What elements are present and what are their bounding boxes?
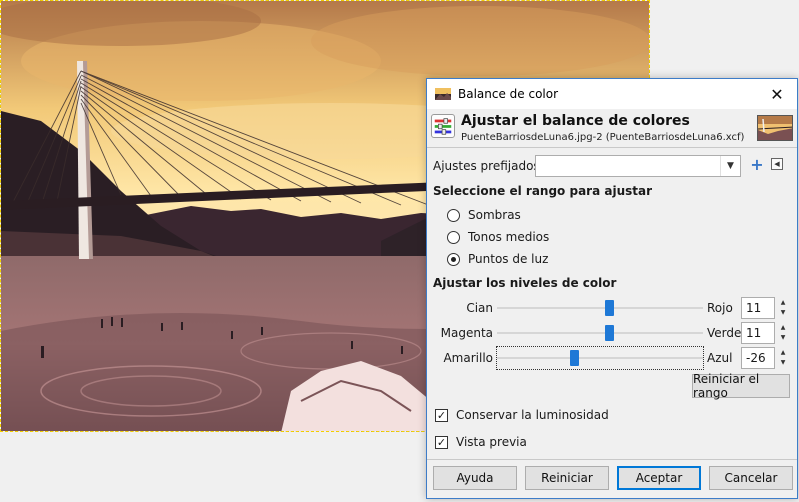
presets-combobox[interactable]: ▼ <box>535 155 741 177</box>
slider-track <box>497 307 703 309</box>
slider-track <box>497 332 703 334</box>
app-image-icon <box>435 88 451 100</box>
plus-icon[interactable]: + <box>749 156 765 174</box>
color-balance-dialog: Balance de color ✕ Ajustar el balance de… <box>426 78 798 499</box>
dialog-header: Ajustar el balance de colores PuenteBarr… <box>427 109 797 143</box>
header-divider <box>427 147 797 148</box>
slider-value-field[interactable]: -26 <box>741 347 775 369</box>
slider-right-label: Azul <box>707 351 733 365</box>
levels-section-title: Ajustar los niveles de color <box>433 276 617 290</box>
dialog-heading: Ajustar el balance de colores <box>461 113 690 129</box>
slider-track-area[interactable] <box>497 297 703 319</box>
spin-arrows-icon[interactable]: ▲ ▼ <box>778 323 788 343</box>
slider-yellow-blue: Amarillo Azul -26 ▲ ▼ <box>427 346 797 370</box>
spin-arrows-icon[interactable]: ▲ ▼ <box>778 298 788 318</box>
radio-button[interactable] <box>447 208 460 222</box>
slider-handle[interactable] <box>570 350 579 366</box>
slider-track <box>497 357 703 359</box>
spin-arrows-icon[interactable]: ▲ ▼ <box>778 348 788 368</box>
slider-magenta-green: Magenta Verde 11 ▲ ▼ <box>427 322 797 344</box>
slider-handle[interactable] <box>605 300 614 316</box>
image-thumbnail <box>757 115 793 141</box>
reset-range-button[interactable]: Reiniciar el rango <box>692 372 790 400</box>
presets-row: Ajustes prefijados: ▼ + ◀ <box>433 155 793 177</box>
checkbox-label: Conservar la luminosidad <box>456 408 609 422</box>
presets-label: Ajustes prefijados: <box>433 159 544 173</box>
radio-button[interactable] <box>447 230 460 244</box>
close-icon[interactable]: ✕ <box>757 79 797 109</box>
slider-left-label: Amarillo <box>443 351 493 365</box>
ok-button[interactable]: Aceptar <box>617 466 701 490</box>
radio-label: Sombras <box>468 208 521 222</box>
slider-right-label: Verde <box>707 326 742 340</box>
checkbox-label: Vista previa <box>456 435 527 449</box>
footer-divider <box>427 459 797 460</box>
radio-label: Tonos medios <box>468 230 550 244</box>
slider-track-area[interactable] <box>496 346 704 370</box>
range-section-title: Seleccione el rango para ajustar <box>433 184 653 198</box>
cancel-button[interactable]: Cancelar <box>709 466 793 490</box>
help-button[interactable]: Ayuda <box>433 466 517 490</box>
checkbox-checked[interactable]: ✓ <box>435 408 448 422</box>
slider-value-field[interactable]: 11 <box>741 297 775 319</box>
slider-left-label: Cian <box>466 301 493 315</box>
preserve-luminosity-check[interactable]: ✓ Conservar la luminosidad <box>435 406 609 424</box>
dialog-subtitle: PuenteBarriosdeLuna6.jpg-2 (PuenteBarrio… <box>461 132 745 143</box>
radio-label: Puntos de luz <box>468 252 549 266</box>
dialog-window-title: Balance de color <box>458 87 559 101</box>
slider-cyan-red: Cian Rojo 11 ▲ ▼ <box>427 297 797 319</box>
slider-track-area[interactable] <box>497 322 703 344</box>
chevron-down-icon[interactable]: ▼ <box>720 156 740 176</box>
radio-shadows[interactable]: Sombras <box>447 206 521 224</box>
menu-arrow-icon[interactable]: ◀ <box>771 158 783 170</box>
slider-value-field[interactable]: 11 <box>741 322 775 344</box>
checkbox-checked[interactable]: ✓ <box>435 435 448 449</box>
dialog-titlebar[interactable]: Balance de color ✕ <box>427 79 797 109</box>
radio-midtones[interactable]: Tonos medios <box>447 228 549 246</box>
slider-right-label: Rojo <box>707 301 733 315</box>
color-balance-tool-icon <box>431 114 455 138</box>
slider-left-label: Magenta <box>440 326 493 340</box>
radio-button-selected[interactable] <box>447 252 460 266</box>
radio-highlights[interactable]: Puntos de luz <box>447 250 548 268</box>
reset-button[interactable]: Reiniciar <box>525 466 609 490</box>
preview-check[interactable]: ✓ Vista previa <box>435 433 527 451</box>
slider-handle[interactable] <box>605 325 614 341</box>
